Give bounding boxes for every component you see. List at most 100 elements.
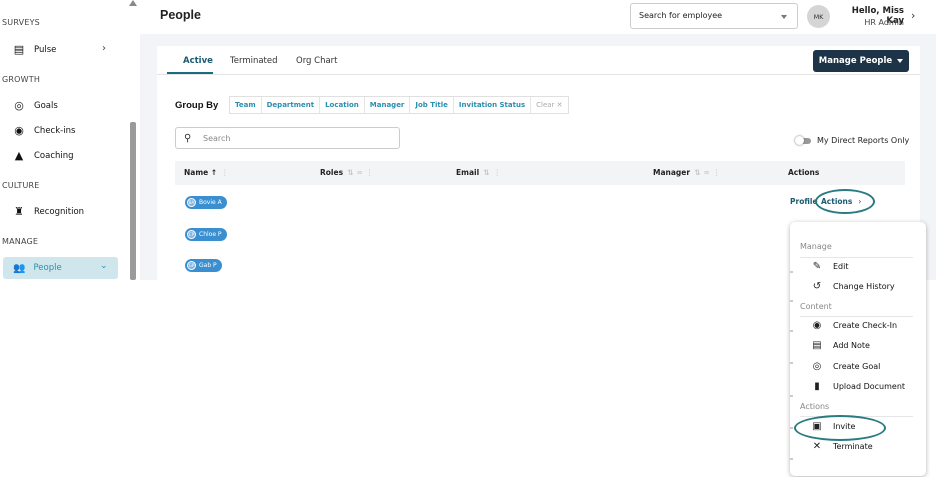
people-icon: 👥 — [13, 262, 26, 274]
sidebar-item-people[interactable]: 👥 People ⌄ — [3, 257, 118, 279]
menu-item-label: Create Check-In — [833, 321, 898, 330]
sidebar-item-checkins[interactable]: ◉ Check-ins — [12, 124, 75, 137]
search-placeholder: Search — [203, 134, 231, 143]
menu-item-upload-document[interactable]: ▮ Upload Document — [810, 381, 905, 392]
table-row[interactable]: GP Gab P — [185, 259, 222, 272]
chevron-right-icon[interactable]: › — [911, 9, 915, 22]
direct-reports-label: My Direct Reports Only — [817, 136, 910, 145]
column-name[interactable]: Name ↑ ⋮ — [184, 168, 229, 177]
sidebar-item-label: Coaching — [34, 150, 74, 161]
column-email-label: Email — [456, 168, 480, 177]
column-email[interactable]: Email ⇅ ⋮ — [456, 168, 501, 177]
actions-menu: Manage ✎ Edit ↺ Change History Content ◉… — [790, 222, 926, 476]
row-edge-marker — [790, 458, 793, 460]
scroll-up-icon[interactable] — [129, 0, 137, 6]
sidebar-item-label: Check-ins — [34, 125, 76, 136]
group-by-team[interactable]: Team — [230, 97, 262, 113]
column-roles-label: Roles — [320, 168, 344, 177]
column-menu-icon[interactable]: ⋮ — [493, 168, 501, 177]
menu-section-actions: Actions — [800, 402, 830, 411]
column-manager[interactable]: Manager ⇅ ═ ⋮ — [653, 168, 720, 177]
group-by-options: Team Department Location Manager Job Tit… — [229, 96, 569, 114]
tab-org-chart[interactable]: Org Chart — [296, 56, 338, 66]
filter-icon: ═ — [357, 168, 362, 177]
section-culture: CULTURE — [2, 181, 40, 190]
tab-bar: Active Terminated Org Chart Manage Peopl… — [157, 46, 920, 75]
sidebar-item-label: People — [33, 263, 62, 273]
row-avatar: GP — [187, 261, 196, 270]
manage-people-button[interactable]: Manage People — [813, 50, 909, 72]
checkin-icon: ◉ — [812, 320, 822, 331]
award-icon: ♜ — [14, 205, 24, 218]
column-actions: Actions — [788, 168, 820, 177]
tab-terminated[interactable]: Terminated — [230, 56, 278, 66]
menu-item-create-goal[interactable]: ◎ Create Goal — [810, 361, 881, 372]
checkin-icon: ◉ — [14, 124, 24, 137]
table-header: Name ↑ ⋮ Roles ⇅ ═ ⋮ Email ⇅ ⋮ Manager ⇅ ═ ⋮ Acti… — [175, 161, 905, 185]
direct-reports-toggle[interactable] — [795, 136, 811, 145]
menu-divider — [800, 316, 913, 317]
group-by-job-title[interactable]: Job Title — [410, 97, 454, 113]
menu-divider — [800, 257, 913, 258]
sort-icon: ⇅ — [694, 168, 701, 177]
table-row[interactable]: BA Bovie A — [185, 196, 227, 209]
group-by-clear[interactable]: Clear ✕ — [531, 97, 567, 113]
sidebar-item-label: Pulse — [34, 44, 57, 55]
sidebar: SURVEYS ▤ Pulse › GROWTH ◎ Goals ◉ Check… — [0, 0, 140, 280]
caret-down-icon — [897, 59, 904, 63]
row-edge-marker — [790, 271, 793, 273]
column-menu-icon[interactable]: ⋮ — [366, 168, 374, 177]
section-surveys: SURVEYS — [2, 18, 40, 27]
dropdown-arrow-icon — [781, 15, 787, 19]
menu-item-label: Edit — [833, 262, 849, 271]
employee-name: Bovie A — [199, 199, 222, 206]
search-icon: ⚲ — [184, 133, 192, 144]
column-manager-label: Manager — [653, 168, 691, 177]
table-row[interactable]: CP Chloe P — [185, 228, 227, 241]
employee-search-select[interactable]: Search for employee — [630, 3, 798, 29]
chevron-right-icon[interactable]: › — [102, 43, 106, 54]
group-by-manager[interactable]: Manager — [365, 97, 411, 113]
document-icon: ▮ — [814, 381, 820, 392]
sidebar-item-coaching[interactable]: ▲ Coaching — [12, 149, 74, 162]
menu-item-label: Create Goal — [833, 362, 881, 371]
tab-active[interactable]: Active — [183, 56, 213, 66]
manage-people-label: Manage People — [818, 56, 893, 66]
page-title: People — [160, 8, 201, 22]
menu-item-add-note[interactable]: ▤ Add Note — [810, 340, 870, 351]
scrollbar-thumb[interactable] — [130, 122, 136, 280]
menu-section-manage: Manage — [800, 242, 832, 251]
target-icon: ◎ — [14, 99, 24, 112]
row-edge-marker — [790, 427, 793, 429]
sort-icon: ⇅ — [347, 168, 354, 177]
employee-name: Chloe P — [199, 231, 222, 238]
column-menu-icon[interactable]: ⋮ — [221, 168, 229, 177]
note-icon: ▤ — [812, 340, 822, 351]
group-by-invitation-status[interactable]: Invitation Status — [454, 97, 532, 113]
graduation-cap-icon: ▲ — [14, 149, 24, 162]
menu-item-change-history[interactable]: ↺ Change History — [810, 281, 895, 292]
user-role: HR Admin — [864, 18, 904, 27]
target-icon: ◎ — [812, 361, 822, 372]
search-input[interactable]: ⚲ Search — [175, 127, 400, 149]
sidebar-item-pulse[interactable]: ▤ Pulse — [12, 43, 57, 56]
row-edge-marker — [790, 395, 793, 397]
menu-item-terminate[interactable]: ✕ Terminate — [810, 441, 873, 452]
section-manage: MANAGE — [2, 237, 39, 246]
sidebar-item-goals[interactable]: ◎ Goals — [12, 99, 58, 112]
sidebar-scrollbar[interactable] — [129, 0, 137, 280]
menu-item-label: Terminate — [833, 442, 873, 451]
sort-icon: ⇅ — [483, 168, 490, 177]
group-by-location[interactable]: Location — [320, 97, 365, 113]
employee-name: Gab P — [199, 262, 217, 269]
group-by-department[interactable]: Department — [262, 97, 321, 113]
menu-item-edit[interactable]: ✎ Edit — [810, 261, 849, 272]
avatar[interactable]: MK — [807, 5, 830, 28]
menu-item-create-checkin[interactable]: ◉ Create Check-In — [810, 320, 897, 331]
menu-section-content: Content — [800, 302, 832, 311]
profile-link[interactable]: Profile — [790, 197, 818, 206]
column-roles[interactable]: Roles ⇅ ═ ⋮ — [320, 168, 373, 177]
column-menu-icon[interactable]: ⋮ — [713, 168, 721, 177]
menu-item-label: Add Note — [833, 341, 870, 350]
sidebar-item-recognition[interactable]: ♜ Recognition — [12, 205, 84, 218]
